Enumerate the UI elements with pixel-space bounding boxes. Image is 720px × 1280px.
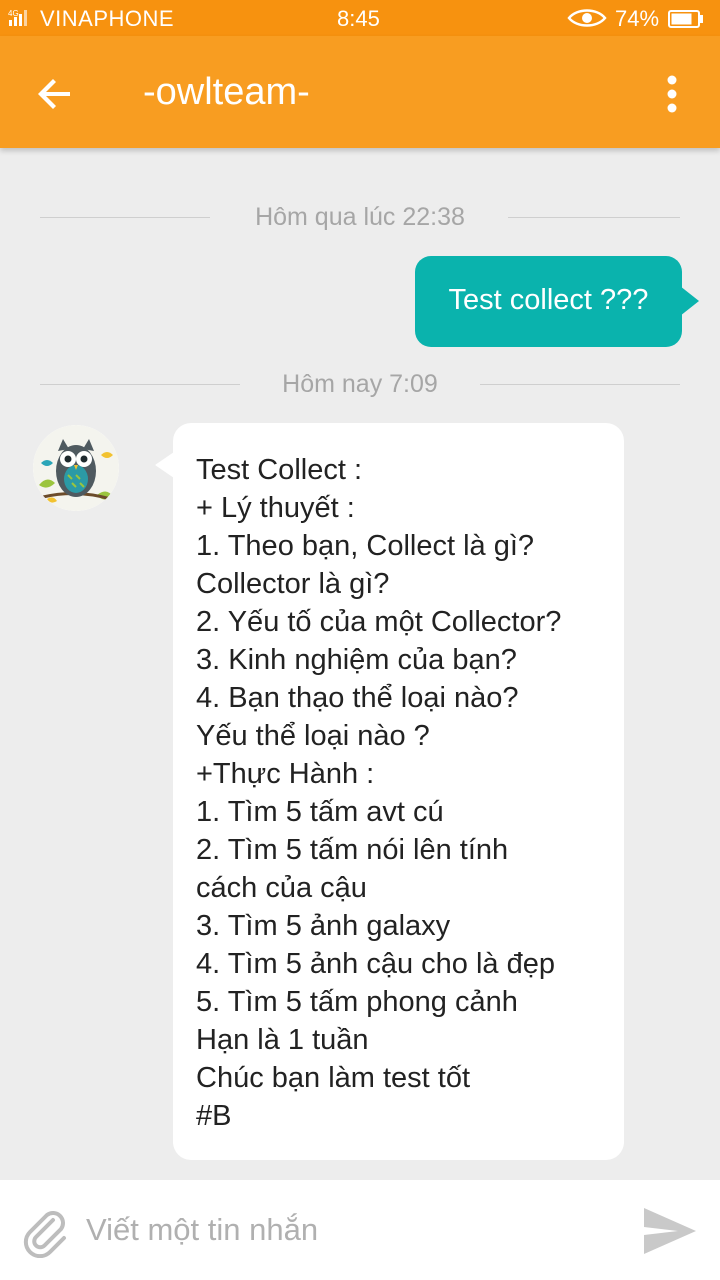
outgoing-message-text: Test collect ??? <box>448 284 649 316</box>
date-label: Hôm nay 7:09 <box>282 370 438 398</box>
outgoing-message-bubble[interactable]: Test collect ??? <box>415 256 682 347</box>
message-composer <box>0 1180 720 1280</box>
send-icon <box>644 1208 696 1254</box>
status-time: 8:45 <box>337 6 380 31</box>
send-button[interactable] <box>640 1204 698 1258</box>
message-line: 3. Kinh nghiệm của bạn? <box>196 644 517 676</box>
eye-icon <box>567 7 607 35</box>
message-line: 2. Yếu tố của một Collector? <box>196 606 562 638</box>
status-bar: 4G VINAPHONE 8:45 74% <box>0 0 720 36</box>
date-separator: Hôm nay 7:09 <box>40 370 680 400</box>
paperclip-icon <box>23 1211 66 1259</box>
message-line: Hạn là 1 tuần <box>196 1024 369 1056</box>
message-line: 4. Bạn thạo thể loại nào? <box>196 682 519 714</box>
bubble-tail <box>680 286 699 316</box>
signal-icon: 4G <box>8 8 36 34</box>
message-line: Collector là gì? <box>196 568 390 600</box>
attach-button[interactable] <box>20 1206 72 1259</box>
message-line: 3. Tìm 5 ảnh galaxy <box>196 910 451 942</box>
message-line: 4. Tìm 5 ảnh cậu cho là đẹp <box>196 948 555 980</box>
battery-percent: 74% <box>615 6 660 31</box>
avatar[interactable] <box>33 425 119 511</box>
more-vert-icon <box>667 75 677 113</box>
message-line: 2. Tìm 5 tấm nói lên tính <box>196 834 509 866</box>
incoming-message-text: Test Collect : + Lý thuyết : 1. Theo bạn, … <box>196 451 561 1135</box>
app-bar: -owlteam- <box>0 36 720 148</box>
svg-text:4G: 4G <box>8 9 19 18</box>
message-line: cách của cậu <box>196 872 367 904</box>
message-input[interactable] <box>86 1208 606 1252</box>
message-line: 5. Tìm 5 tấm phong cảnh <box>196 986 518 1018</box>
message-line: 1. Theo bạn, Collect là gì? <box>196 530 535 562</box>
date-label: Hôm qua lúc 22:38 <box>255 203 465 231</box>
message-line: +Thực Hành : <box>196 758 375 790</box>
carrier-name: VINAPHONE <box>40 6 175 31</box>
arrow-left-icon <box>38 79 70 109</box>
date-separator: Hôm qua lúc 22:38 <box>40 203 680 233</box>
message-line: Chúc bạn làm test tốt <box>196 1062 471 1094</box>
incoming-message-bubble[interactable]: Test Collect : + Lý thuyết : 1. Theo bạn, … <box>173 423 624 1160</box>
owl-avatar-icon <box>33 425 119 511</box>
message-line: #B <box>196 1100 232 1132</box>
message-line: + Lý thuyết : <box>196 492 355 524</box>
message-line: Test Collect : <box>196 454 362 486</box>
chat-title: -owlteam- <box>143 71 310 113</box>
battery-icon <box>668 8 704 28</box>
message-line: Yếu thể loại nào ? <box>196 720 430 752</box>
more-options-button[interactable] <box>650 70 694 118</box>
message-line: 1. Tìm 5 tấm avt cú <box>196 796 444 828</box>
back-button[interactable] <box>32 70 80 118</box>
bubble-tail <box>155 452 174 478</box>
